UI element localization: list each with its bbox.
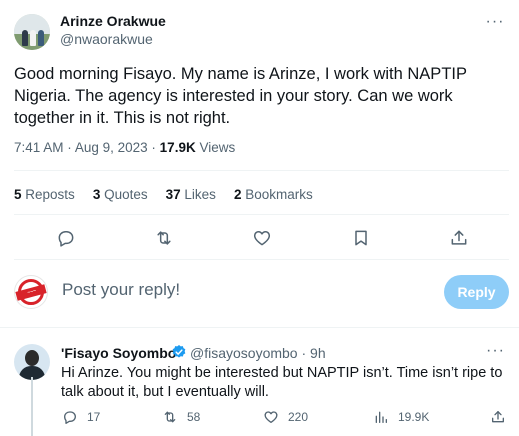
bookmark-icon[interactable] bbox=[349, 226, 373, 250]
reply-replies-count: 17 bbox=[87, 410, 101, 424]
meta-separator: · bbox=[67, 140, 72, 155]
reply-more-options-icon[interactable]: ··· bbox=[486, 342, 505, 360]
author-handle[interactable]: @nwaorakwue bbox=[60, 31, 153, 47]
reply-text: Hi Arinze. You might be interested but N… bbox=[61, 365, 503, 400]
views-label: Views bbox=[199, 140, 236, 155]
reply-reply-action[interactable]: 17 bbox=[62, 407, 100, 427]
views-icon bbox=[375, 411, 387, 423]
tweet-meta: 7:41 AM · Aug 9, 2023 · 17.9K Views bbox=[14, 140, 235, 155]
reply-input[interactable]: Post your reply! bbox=[62, 280, 180, 300]
reply-button[interactable]: Reply bbox=[444, 275, 509, 309]
like-icon bbox=[264, 411, 278, 423]
reply-icon bbox=[64, 411, 76, 424]
author-avatar[interactable] bbox=[14, 14, 50, 50]
reply-author-name[interactable]: 'Fisayo Soyombo bbox=[61, 345, 176, 361]
meta-separator: · bbox=[151, 140, 156, 155]
divider bbox=[14, 214, 509, 215]
reply-repost-action[interactable]: 58 bbox=[162, 407, 200, 427]
quotes-stat[interactable]: 3 Quotes bbox=[93, 187, 148, 202]
reply-share-action[interactable] bbox=[490, 407, 506, 427]
quotes-count: 3 bbox=[92, 187, 101, 202]
reply-like-action[interactable]: 220 bbox=[263, 407, 308, 427]
bookmarks-stat[interactable]: 2 Bookmarks bbox=[234, 187, 313, 202]
likes-count: 37 bbox=[165, 187, 181, 202]
reply-author-meta: @fisayosoyombo · 9h bbox=[190, 345, 326, 361]
reply-meta-separator: · bbox=[301, 345, 307, 361]
reply-icon[interactable] bbox=[54, 226, 78, 250]
bookmarks-count: 2 bbox=[233, 187, 242, 202]
repost-icon[interactable] bbox=[152, 226, 176, 250]
like-icon[interactable] bbox=[250, 226, 274, 250]
share-icon[interactable] bbox=[447, 226, 471, 250]
tweet-time[interactable]: 7:41 AM bbox=[14, 140, 64, 155]
divider bbox=[14, 170, 509, 171]
likes-label: Likes bbox=[184, 187, 216, 202]
reposts-count: 5 bbox=[14, 187, 22, 202]
reply-author-avatar[interactable] bbox=[14, 344, 50, 380]
reposts-label: Reposts bbox=[25, 187, 75, 202]
engagement-stats: 5 Reposts 3 Quotes 37 Likes 2 Bookmarks bbox=[14, 187, 313, 202]
reply-author-handle[interactable]: @fisayosoyombo bbox=[190, 345, 298, 361]
reply-views-action[interactable]: 19.9K bbox=[373, 407, 429, 427]
quotes-label: Quotes bbox=[104, 187, 148, 202]
reply-time[interactable]: 9h bbox=[310, 345, 326, 361]
reply-likes-count: 220 bbox=[288, 410, 309, 424]
tweet-date[interactable]: Aug 9, 2023 bbox=[75, 140, 148, 155]
reply-reposts-count: 58 bbox=[187, 410, 201, 424]
user-avatar[interactable]: ~~~ bbox=[14, 275, 48, 309]
divider bbox=[14, 259, 509, 260]
reposts-stat[interactable]: 5 Reposts bbox=[14, 187, 75, 202]
tweet-actions bbox=[54, 226, 474, 250]
likes-stat[interactable]: 37 Likes bbox=[166, 187, 216, 202]
verified-badge-icon bbox=[172, 345, 186, 358]
reply-views-count: 19.9K bbox=[398, 410, 430, 424]
repost-icon bbox=[164, 411, 176, 423]
share-icon bbox=[492, 411, 504, 423]
views-count: 17.9K bbox=[159, 140, 196, 155]
more-options-icon[interactable]: ··· bbox=[485, 12, 505, 32]
bookmarks-label: Bookmarks bbox=[245, 187, 313, 202]
reply-actions: 17 58 220 19.9K bbox=[14, 407, 509, 427]
tweet-text: Good morning Fisayo. My name is Arinze, … bbox=[14, 65, 467, 127]
author-name[interactable]: Arinze Orakwue bbox=[60, 13, 166, 29]
divider bbox=[0, 327, 519, 328]
reply-composer: ~~~ Post your reply! Reply bbox=[14, 272, 509, 312]
tweet-header: Arinze Orakwue @nwaorakwue ··· bbox=[14, 10, 509, 50]
